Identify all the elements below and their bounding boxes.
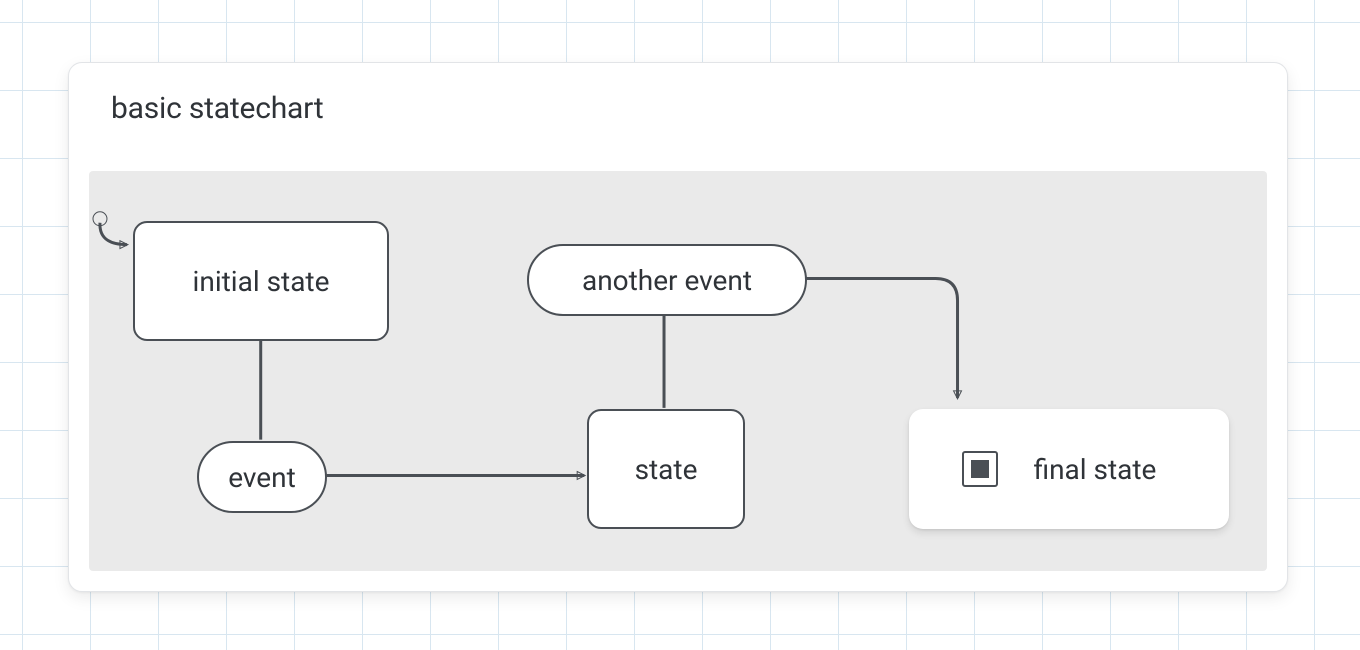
state-label: final state — [1034, 453, 1157, 486]
machine-title: basic statechart — [111, 91, 323, 126]
machine-panel[interactable]: basic statechart — [68, 62, 1288, 592]
state-node-final[interactable]: final state — [909, 409, 1229, 529]
machine-header: basic statechart — [69, 63, 1287, 134]
event-label: another event — [582, 264, 752, 297]
machine-body[interactable]: initial state event state another event … — [89, 171, 1267, 571]
state-label: state — [635, 453, 698, 486]
state-node-state[interactable]: state — [587, 409, 745, 529]
event-node-event[interactable]: event — [197, 441, 327, 513]
event-node-another[interactable]: another event — [527, 244, 807, 316]
state-node-initial[interactable]: initial state — [133, 221, 389, 341]
state-label: initial state — [193, 265, 330, 298]
grid-canvas[interactable]: basic statechart — [0, 0, 1360, 650]
final-state-icon — [962, 451, 998, 487]
event-label: event — [228, 461, 296, 494]
